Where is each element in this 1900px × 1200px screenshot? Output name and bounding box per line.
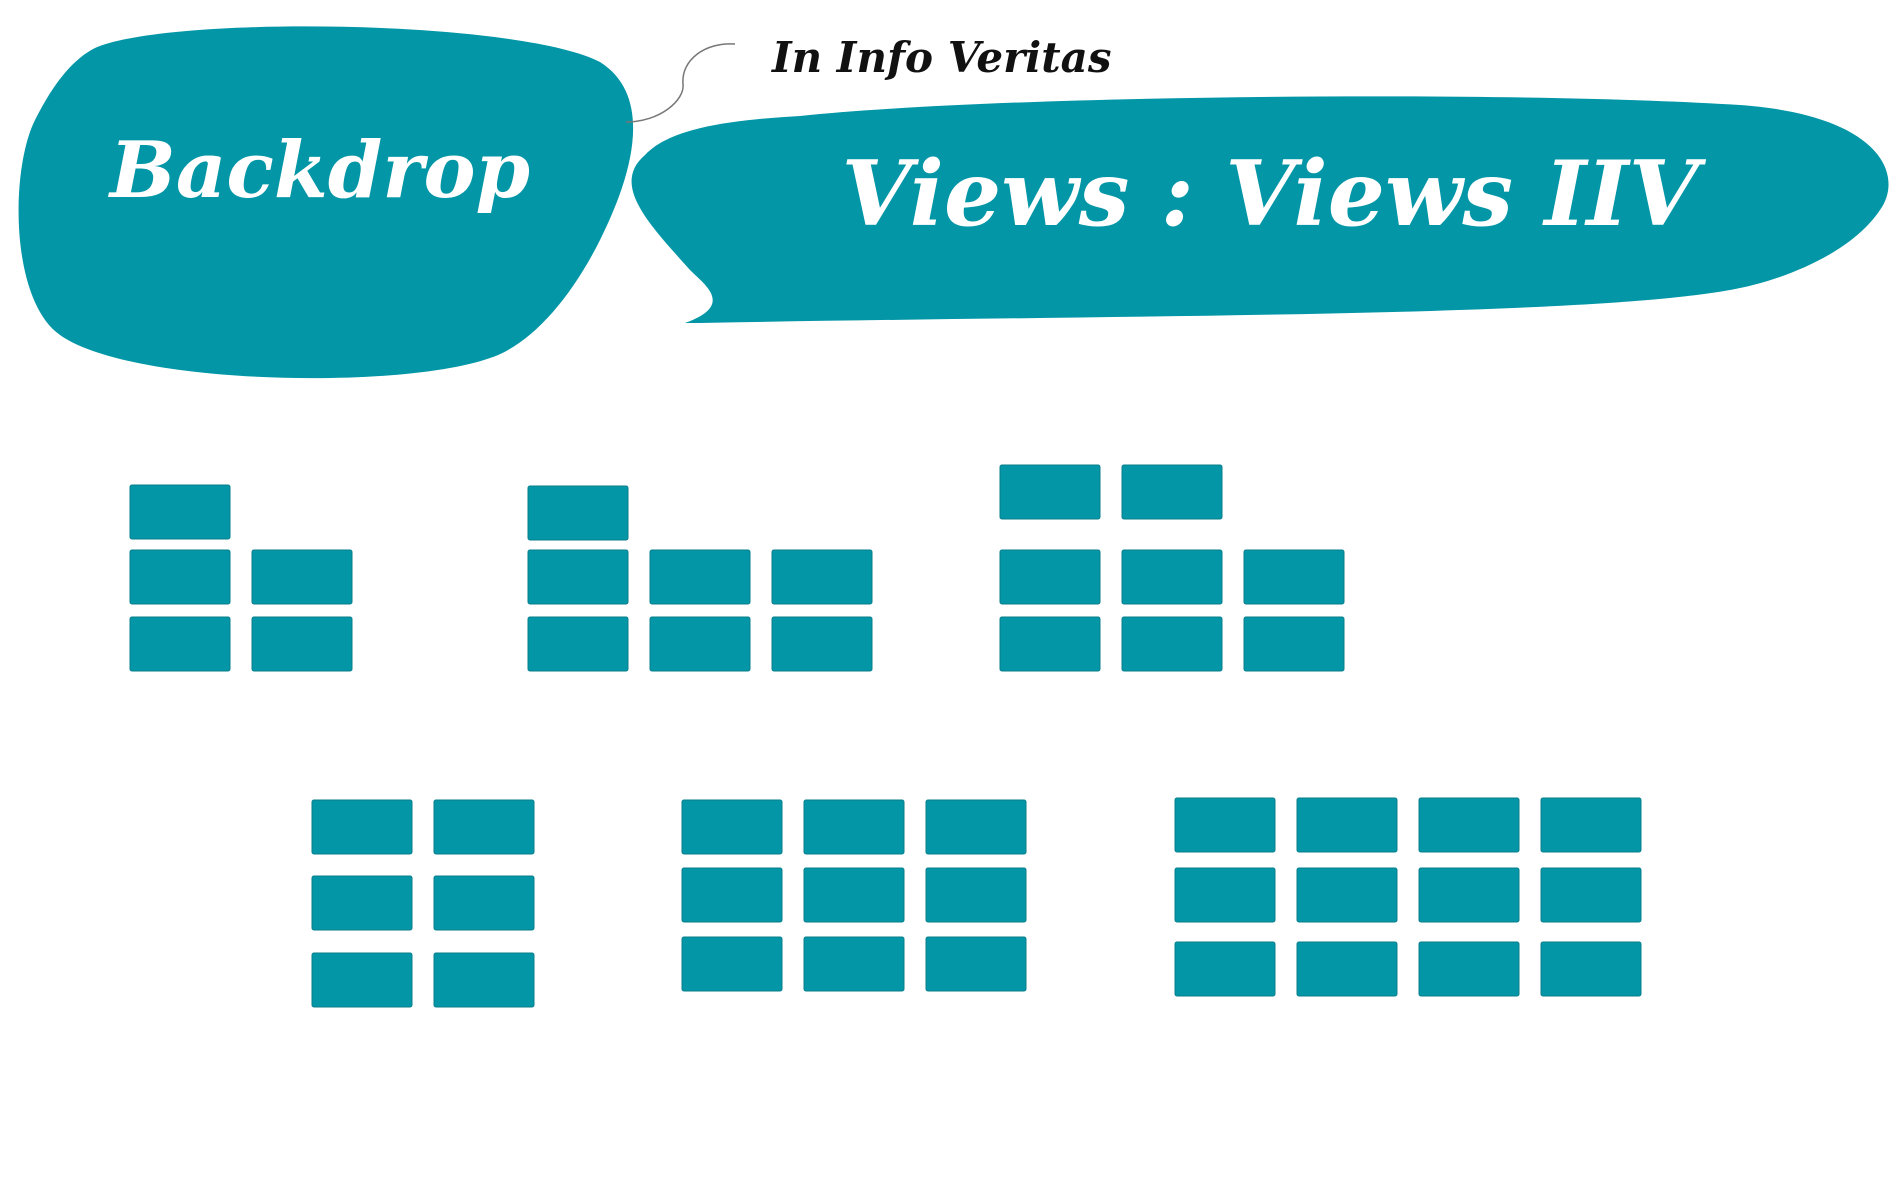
layout-4-tile-r1c2 [433, 799, 535, 855]
layout-2-tile-r2c3 [771, 549, 873, 605]
layout-thumbnail-1 [129, 484, 353, 672]
layout-6-tile-r1c2 [1296, 797, 1398, 853]
layout-3-tile-r2c3 [1243, 549, 1345, 605]
layout-5-tile-r1c2 [803, 799, 905, 855]
banner-title: Views : Views IIV [842, 141, 1707, 247]
layout-4-tile-r3c1 [311, 952, 413, 1008]
layout-4-tile-r2c1 [311, 875, 413, 931]
layout-2-tile-r2c2 [649, 549, 751, 605]
layout-2-tile-r3c3 [771, 616, 873, 672]
layout-3-tile-r3c1 [999, 616, 1101, 672]
layout-5-tile-r2c2 [803, 867, 905, 923]
layout-thumbnail-3 [999, 464, 1345, 672]
layout-6-tile-r3c3 [1418, 941, 1520, 997]
layout-6-tile-r1c3 [1418, 797, 1520, 853]
layout-3-tile-r3c2 [1121, 616, 1223, 672]
layout-thumbnail-2 [527, 485, 873, 672]
layout-2-tile-r1c1 [527, 485, 629, 541]
views-diagram: Backdrop In Info Veritas Views : Views I… [18, 26, 1889, 1008]
layout-6-tile-r2c1 [1174, 867, 1276, 923]
layout-2-tile-r3c2 [649, 616, 751, 672]
layout-6-tile-r2c4 [1540, 867, 1642, 923]
layout-1-tile-r3c1 [129, 616, 231, 672]
layout-2-tile-r2c1 [527, 549, 629, 605]
layout-3-tile-r1c1 [999, 464, 1101, 520]
layout-3-tile-r2c2 [1121, 549, 1223, 605]
layout-4-tile-r2c2 [433, 875, 535, 931]
layout-6-tile-r1c1 [1174, 797, 1276, 853]
layout-1-tile-r2c1 [129, 549, 231, 605]
layout-3-tile-r3c3 [1243, 616, 1345, 672]
layout-3-tile-r1c2 [1121, 464, 1223, 520]
views-banner: Views : Views IIV [631, 96, 1889, 324]
layout-6-tile-r2c2 [1296, 867, 1398, 923]
layout-thumbnail-6 [1174, 797, 1642, 997]
layout-6-tile-r2c3 [1418, 867, 1520, 923]
layout-5-tile-r3c1 [681, 936, 783, 992]
layout-5-tile-r1c3 [925, 799, 1027, 855]
layout-thumbnail-5 [681, 799, 1027, 992]
layout-thumbnail-4 [311, 799, 535, 1008]
layout-6-tile-r3c1 [1174, 941, 1276, 997]
connector-line [625, 43, 736, 123]
tagline-text: In Info Veritas [771, 33, 1112, 82]
backdrop-title: Backdrop [108, 125, 530, 216]
layout-1-tile-r2c2 [251, 549, 353, 605]
layout-2-tile-r3c1 [527, 616, 629, 672]
layout-5-tile-r3c3 [925, 936, 1027, 992]
layout-1-tile-r3c2 [251, 616, 353, 672]
backdrop-logo: Backdrop [18, 26, 634, 379]
layout-5-tile-r2c1 [681, 867, 783, 923]
layout-4-tile-r3c2 [433, 952, 535, 1008]
layout-6-tile-r1c4 [1540, 797, 1642, 853]
layout-3-tile-r2c1 [999, 549, 1101, 605]
layout-5-tile-r3c2 [803, 936, 905, 992]
layout-5-tile-r2c3 [925, 867, 1027, 923]
layout-5-tile-r1c1 [681, 799, 783, 855]
layout-1-tile-r1c1 [129, 484, 231, 540]
layout-6-tile-r3c4 [1540, 941, 1642, 997]
layout-4-tile-r1c1 [311, 799, 413, 855]
layout-6-tile-r3c2 [1296, 941, 1398, 997]
